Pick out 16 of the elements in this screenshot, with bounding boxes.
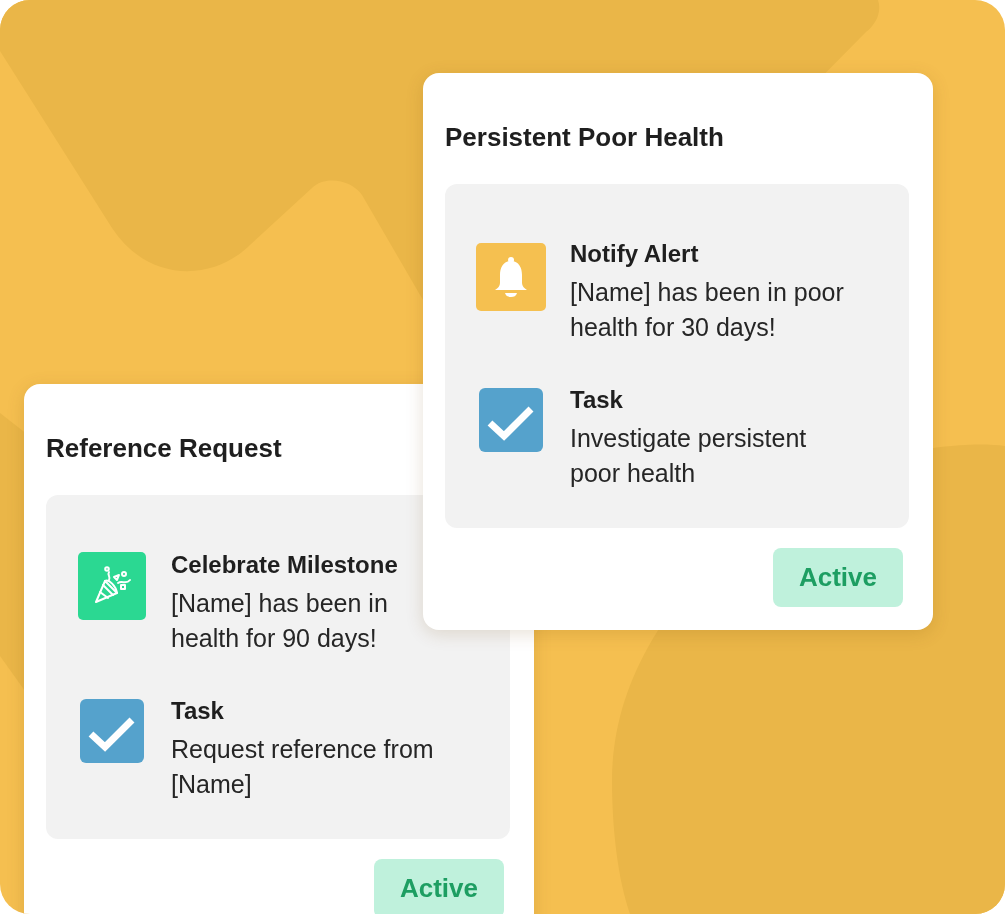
action-description: Investigate persistent poor health	[570, 424, 807, 487]
checkmark-icon	[479, 388, 543, 452]
action-title: Task	[171, 696, 224, 726]
status-badge: Active	[773, 548, 903, 607]
action-title: Celebrate Milestone	[171, 550, 398, 580]
checkmark-icon	[80, 699, 144, 763]
card-title: Persistent Poor Health	[445, 121, 724, 153]
action-description: Request reference from [Name]	[171, 735, 434, 798]
party-popper-icon	[78, 552, 146, 620]
action-description: [Name] has been in health for 90 days!	[171, 589, 388, 652]
card-title: Reference Request	[46, 432, 282, 464]
action-description: [Name] has been in poor health for 30 days!	[570, 278, 844, 341]
action-title: Notify Alert	[570, 239, 699, 269]
bell-icon	[476, 243, 546, 311]
action-title: Task	[570, 385, 623, 415]
status-badge: Active	[374, 859, 504, 914]
